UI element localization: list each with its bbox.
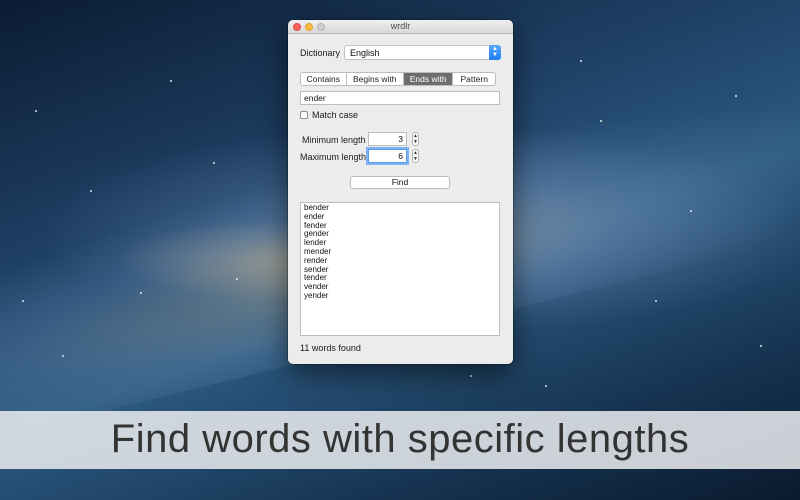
match-case-checkbox[interactable]: [300, 111, 308, 119]
chevron-up-down-icon: ▲ ▼: [489, 45, 501, 60]
maximum-length-field[interactable]: 6: [368, 149, 407, 163]
window-title: wrdlr: [390, 21, 411, 31]
list-item[interactable]: vender: [304, 282, 496, 292]
dictionary-value: English: [350, 48, 380, 58]
maximum-length-label: Maximum length: [300, 152, 367, 162]
tab-pattern[interactable]: Pattern: [453, 73, 495, 85]
minimum-length-field[interactable]: 3: [368, 132, 407, 146]
dictionary-label: Dictionary: [300, 48, 341, 58]
match-case-label: Match case: [312, 110, 359, 120]
dictionary-select[interactable]: English ▲ ▼: [344, 45, 501, 60]
search-input[interactable]: ender: [300, 91, 500, 105]
list-item[interactable]: yender: [304, 291, 496, 301]
tab-contains[interactable]: Contains: [301, 73, 347, 85]
maximum-length-stepper[interactable]: ▲ ▼: [412, 149, 419, 163]
caption-text: Find words with specific lengths: [110, 417, 690, 461]
results-count-status: 11 words found: [300, 343, 361, 353]
list-item[interactable]: render: [304, 256, 496, 266]
caption-banner: Find words with specific lengths: [0, 411, 800, 469]
app-window: wrdlr Dictionary English ▲ ▼ Contains Beg…: [288, 20, 513, 364]
minimum-length-stepper[interactable]: ▲ ▼: [412, 132, 419, 146]
find-button[interactable]: Find: [350, 176, 450, 189]
list-item[interactable]: ender: [304, 212, 496, 222]
minimum-length-label: Minimum length: [302, 135, 366, 145]
list-item[interactable]: bender: [304, 203, 496, 213]
list-item[interactable]: fender: [304, 221, 496, 231]
list-item[interactable]: lender: [304, 238, 496, 248]
list-item[interactable]: sender: [304, 265, 496, 275]
search-mode-tabs: Contains Begins with Ends with Pattern: [300, 72, 496, 86]
tab-ends-with[interactable]: Ends with: [403, 73, 454, 85]
title-bar: wrdlr: [288, 20, 513, 34]
results-list[interactable]: bender ender fender gender lender mender…: [300, 202, 500, 336]
list-item[interactable]: gender: [304, 230, 496, 239]
list-item[interactable]: mender: [304, 247, 496, 257]
tab-begins-with[interactable]: Begins with: [347, 73, 404, 85]
list-item[interactable]: tender: [304, 274, 496, 283]
